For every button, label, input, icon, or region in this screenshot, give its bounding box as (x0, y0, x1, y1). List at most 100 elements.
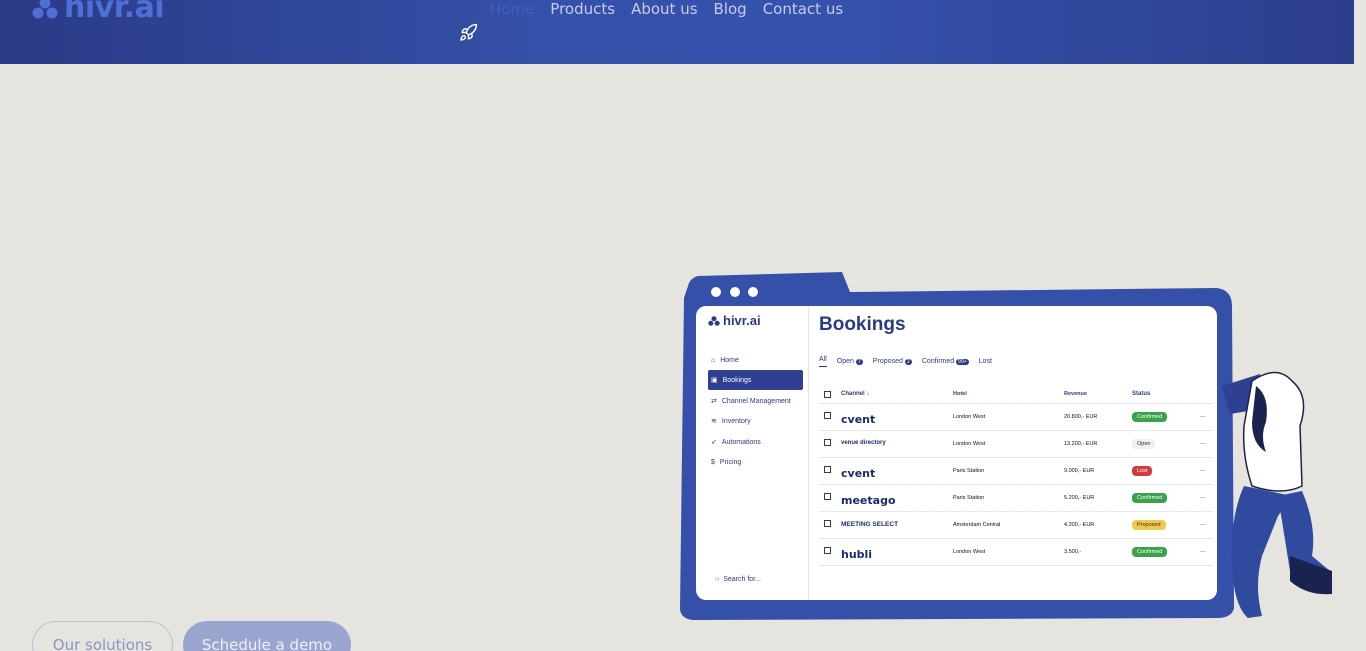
col-hotel: Hotel (953, 391, 967, 397)
bookings-table: Channel ↓ Hotel Revenue Status cvent Lon… (819, 386, 1213, 566)
tab-lost[interactable]: Lost (979, 356, 992, 367)
table-row[interactable]: meetago Paris Station 5.200,- EUR Confir… (819, 485, 1213, 512)
mock-search-placeholder: Search for... (723, 576, 761, 583)
nav-products[interactable]: Products (550, 0, 615, 18)
main-nav: Home Products About us Blog Contact us (490, 0, 843, 18)
col-label: Channel (841, 391, 865, 397)
row-checkbox[interactable] (824, 412, 831, 419)
hotel-cell: Paris Station (953, 468, 985, 474)
hotel-cell: Paris Station (953, 495, 985, 501)
inbox-icon: ▣ (711, 377, 718, 384)
mock-search[interactable]: ○ Search for... (715, 576, 761, 583)
arrows-icon: ⇄ (711, 398, 717, 405)
nav-contact[interactable]: Contact us (763, 0, 843, 18)
mock-nav-automations[interactable]: ➶ Automations (708, 432, 803, 452)
tab-count: 2 (904, 358, 912, 365)
channel-logo: meetago (841, 494, 896, 507)
revenue-cell: 13.200,- EUR (1064, 441, 1098, 447)
mock-nav-home[interactable]: ⌂ Home (708, 350, 803, 370)
col-status: Status (1132, 391, 1151, 397)
tab-confirmed[interactable]: Confirmed 99+ (922, 356, 969, 367)
nav-about[interactable]: About us (631, 0, 697, 18)
tab-label: Open (836, 358, 854, 365)
revenue-cell: 3.500,- (1064, 549, 1082, 555)
tab-all[interactable]: All (819, 356, 827, 367)
table-row[interactable]: cvent Paris Station 9.000,- EUR Lost ... (819, 458, 1213, 485)
table-header: Channel ↓ Hotel Revenue Status (819, 386, 1213, 404)
sort-down-icon: ↓ (866, 391, 870, 397)
nav-blog[interactable]: Blog (714, 0, 747, 18)
mock-nav-label: Home (720, 356, 739, 364)
table-row[interactable]: cvent London West 20.800,- EUR Confirmed… (819, 404, 1213, 431)
status-badge: Confirmed (1132, 412, 1168, 422)
col-revenue: Revenue (1064, 391, 1087, 397)
row-checkbox[interactable] (824, 520, 831, 527)
site-logo[interactable]: hivr.ai (32, 0, 165, 25)
table-row[interactable]: venue directory London West 13.200,- EUR… (819, 431, 1213, 458)
table-row[interactable]: hubli London West 3.500,- Confirmed ... (819, 539, 1213, 566)
status-badge: Proposed (1132, 520, 1166, 530)
hotel-cell: London West (953, 549, 986, 555)
channel-logo: cvent (841, 413, 876, 426)
mock-logo-text: hivr.ai (723, 313, 761, 328)
bookings-tabs: All Open 7 Proposed 2 Confirmed 99+ Lost (819, 356, 992, 367)
our-solutions-button[interactable]: Our solutions (32, 621, 173, 651)
channel-logo: MEETING SELECT (841, 521, 899, 528)
row-checkbox[interactable] (824, 547, 831, 554)
tab-label: Confirmed (921, 358, 955, 365)
mock-nav-label: Channel Management (721, 397, 791, 405)
rocket-icon (460, 23, 478, 41)
row-checkbox[interactable] (824, 493, 831, 500)
bookings-title: Bookings (819, 314, 906, 335)
nav-home[interactable]: Home (490, 0, 534, 18)
hotel-cell: London West (953, 441, 986, 447)
person-illustration (1222, 371, 1332, 618)
schedule-demo-button[interactable]: Schedule a demo (183, 621, 351, 651)
home-icon: ⌂ (711, 356, 716, 364)
tab-label: Lost (978, 358, 992, 365)
mock-nav-label: Automations (721, 438, 761, 446)
mock-nav-label: Inventory (721, 417, 751, 425)
logo-text: hivr.ai (64, 0, 165, 25)
tab-proposed[interactable]: Proposed 2 (873, 356, 912, 367)
hero-illustration: hivr.ai ⌂ Home ▣ Bookings ⇄ Channel Managem… (672, 268, 1342, 628)
mock-logo: hivr.ai (708, 313, 761, 328)
mock-nav-pricing[interactable]: $ Pricing (708, 452, 803, 472)
channel-logo: hubli (841, 548, 873, 561)
row-checkbox[interactable] (824, 439, 831, 446)
site-header: hivr.ai Home Products About us Blog Cont… (0, 0, 1354, 64)
hotel-cell: London West (953, 414, 986, 420)
revenue-cell: 20.800,- EUR (1064, 414, 1098, 420)
channel-logo: cvent (841, 467, 876, 480)
select-all-checkbox[interactable] (824, 391, 831, 398)
row-checkbox[interactable] (824, 466, 831, 473)
status-badge: Confirmed (1132, 493, 1168, 503)
hotel-cell: Amsterdam Central (953, 522, 1001, 528)
mock-nav-channel-management[interactable]: ⇄ Channel Management (708, 391, 803, 411)
hive-logo-icon (32, 0, 58, 18)
mock-nav-label: Pricing (719, 458, 742, 466)
revenue-cell: 4.200,- EUR (1064, 522, 1095, 528)
hive-logo-icon (708, 315, 720, 326)
tab-open[interactable]: Open 7 (837, 356, 863, 367)
tab-count: 99+ (956, 358, 969, 365)
search-icon: ○ (715, 576, 720, 583)
mock-nav-bookings[interactable]: ▣ Bookings (708, 370, 803, 390)
revenue-cell: 9.000,- EUR (1064, 468, 1095, 474)
tab-count: 7 (855, 358, 863, 365)
mock-sidebar: hivr.ai ⌂ Home ▣ Bookings ⇄ Channel Managem… (696, 306, 809, 600)
layers-icon: ≋ (711, 418, 717, 425)
status-badge: Open (1132, 439, 1156, 449)
tab-label: All (819, 356, 827, 363)
bookings-window: hivr.ai ⌂ Home ▣ Bookings ⇄ Channel Managem… (696, 306, 1217, 600)
status-badge: Lost (1132, 466, 1153, 476)
pricing-icon: $ (711, 458, 715, 466)
table-row[interactable]: MEETING SELECT Amsterdam Central 4.200,-… (819, 512, 1213, 539)
channel-logo: venue directory (841, 440, 886, 446)
revenue-cell: 5.200,- EUR (1064, 495, 1095, 501)
rocket-icon: ➶ (711, 439, 717, 446)
col-channel[interactable]: Channel ↓ (841, 391, 869, 397)
mock-nav-inventory[interactable]: ≋ Inventory (708, 411, 803, 431)
tab-label: Proposed (872, 358, 903, 365)
status-badge: Confirmed (1132, 547, 1168, 557)
